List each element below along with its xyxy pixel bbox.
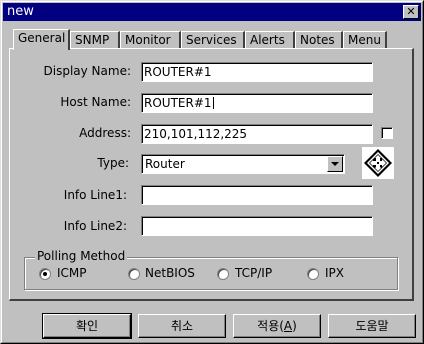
tab-notes[interactable]: Notes [295, 31, 343, 49]
info-line2-label: Info Line2: [63, 219, 127, 233]
radio-ipx[interactable] [307, 268, 319, 280]
radio-icmp[interactable] [39, 268, 51, 280]
help-button[interactable]: 도움말 [328, 314, 416, 338]
tab-monitor[interactable]: Monitor [120, 31, 181, 49]
radio-tcpip[interactable] [217, 268, 229, 280]
apply-button[interactable]: 적용(A) [233, 314, 321, 338]
tab-general[interactable]: General [13, 29, 70, 50]
router-icon[interactable] [362, 147, 394, 179]
radio-icmp-label[interactable]: ICMP [57, 266, 87, 281]
window-title: new [7, 4, 34, 19]
text-caret [212, 97, 214, 109]
type-select[interactable]: Router [141, 154, 345, 174]
address-value: 210,101,112,225 [144, 127, 248, 141]
apply-label-suffix: ) [292, 319, 297, 333]
polling-method-title: Polling Method [35, 249, 128, 263]
tab-snmp[interactable]: SNMP [70, 31, 120, 49]
radio-netbios[interactable] [128, 268, 140, 280]
radio-ipx-label[interactable]: IPX [325, 266, 344, 281]
dialog-window: new ✕ General SNMP Monitor Services Aler… [0, 0, 424, 344]
radio-netbios-label[interactable]: NetBIOS [145, 266, 195, 281]
tab-services[interactable]: Services [181, 31, 245, 49]
info-line1-input[interactable] [141, 185, 373, 205]
ok-button[interactable]: 확인 [42, 313, 132, 339]
title-bar[interactable]: new ✕ [3, 3, 421, 21]
type-label: Type: [97, 156, 129, 170]
info-line1-label: Info Line1: [63, 188, 127, 202]
address-input[interactable]: 210,101,112,225 [141, 124, 373, 144]
type-selected-value: Router [145, 157, 185, 171]
address-checkbox[interactable] [381, 127, 393, 139]
host-name-input[interactable]: ROUTER#1 [141, 93, 373, 113]
chevron-down-icon[interactable] [327, 156, 343, 172]
host-name-label: Host Name: [60, 95, 131, 109]
display-name-value: ROUTER#1 [144, 65, 212, 79]
apply-accelerator-key: A [283, 319, 293, 333]
host-name-value: ROUTER#1 [144, 96, 212, 110]
apply-label-prefix: 적용( [257, 319, 284, 333]
display-name-input[interactable]: ROUTER#1 [141, 62, 373, 82]
radio-tcpip-label[interactable]: TCP/IP [235, 266, 272, 281]
cancel-button[interactable]: 취소 [138, 314, 226, 338]
display-name-label: Display Name: [43, 64, 132, 78]
address-label: Address: [79, 126, 131, 140]
tab-alerts[interactable]: Alerts [245, 31, 295, 49]
info-line2-input[interactable] [141, 216, 373, 236]
tab-menu[interactable]: Menu [343, 31, 387, 49]
close-icon[interactable]: ✕ [403, 5, 419, 19]
